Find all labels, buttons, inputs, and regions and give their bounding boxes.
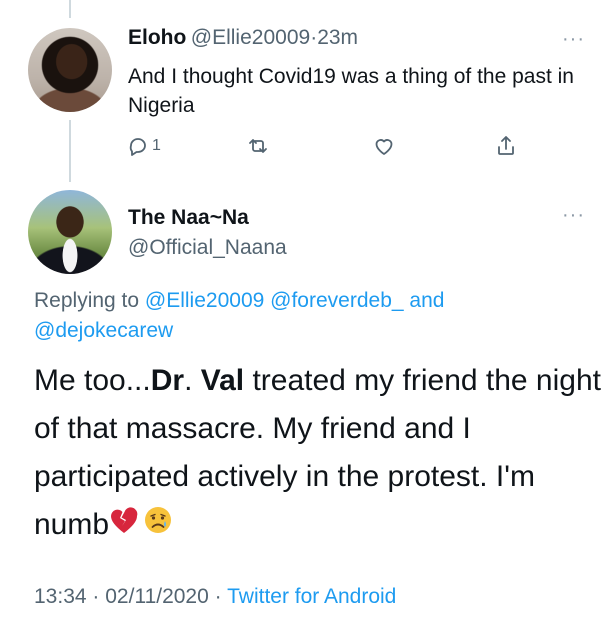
like-icon — [375, 139, 393, 155]
reply-icon — [129, 138, 146, 156]
thread-line — [69, 120, 71, 182]
mention-foreverdeb[interactable]: @foreverdeb_ — [270, 289, 403, 312]
reply-count: 1 — [152, 137, 161, 154]
avatar-official-naana[interactable] — [28, 190, 112, 274]
share-button[interactable] — [494, 134, 518, 158]
retweet-button[interactable] — [246, 134, 270, 158]
tweet1-handle[interactable]: @Ellie20009 — [191, 26, 310, 49]
tweet1-text: And I thought Covid19 was a thing of the… — [128, 65, 574, 117]
thread-line-top — [69, 0, 71, 18]
reply-button[interactable]: 1 — [126, 134, 161, 158]
tweet2-more-icon[interactable]: ··· — [562, 204, 585, 227]
tweet2-time[interactable]: 13:34 — [34, 585, 87, 608]
replying-to-line: Replying to @Ellie20009 @foreverdeb_ and… — [34, 286, 594, 346]
tweet2-text-part1: Me too... — [34, 364, 151, 397]
tweet2-text: Me too...Dr. Val treated my friend the n… — [34, 357, 604, 550]
tweet2-meta-separator: · — [92, 585, 100, 608]
tweet2-meta-separator-2: · — [214, 585, 222, 608]
avatar-eloho[interactable] — [28, 28, 112, 112]
mention-dejokecarew[interactable]: @dejokecarew — [34, 319, 173, 342]
mention-and[interactable]: and — [409, 289, 444, 312]
mention-ellie20009[interactable]: @Ellie20009 — [145, 289, 264, 312]
broken-heart-emoji — [109, 502, 139, 550]
tweet2-text-dot: . — [184, 364, 193, 397]
tweet1-header: Eloho @Ellie20009·23m — [128, 26, 358, 50]
tweet2-text-bold-val: Val — [200, 364, 245, 397]
tweet2-handle[interactable]: @Official_Naana — [128, 236, 287, 260]
tweet1-more-icon[interactable]: ··· — [562, 28, 585, 51]
retweet-icon — [249, 139, 267, 153]
replying-to-label: Replying to — [34, 289, 140, 312]
tweet2-metadata: 13:34 · 02/11/2020 · Twitter for Android — [34, 585, 396, 609]
tweet2-text-bold-dr: Dr — [150, 364, 185, 397]
sad-face-emoji — [143, 502, 173, 550]
tweet2-date[interactable]: 02/11/2020 — [105, 585, 209, 608]
tweet1-action-bar: 1 — [126, 134, 536, 160]
tweet2-display-name[interactable]: The Naa~Na — [128, 206, 249, 230]
tweet1-display-name[interactable]: Eloho — [128, 26, 186, 49]
share-icon — [498, 136, 514, 155]
tweet2-source-link[interactable]: Twitter for Android — [227, 585, 396, 608]
tweet1-timestamp[interactable]: 23m — [317, 26, 358, 49]
like-button[interactable] — [372, 134, 396, 158]
